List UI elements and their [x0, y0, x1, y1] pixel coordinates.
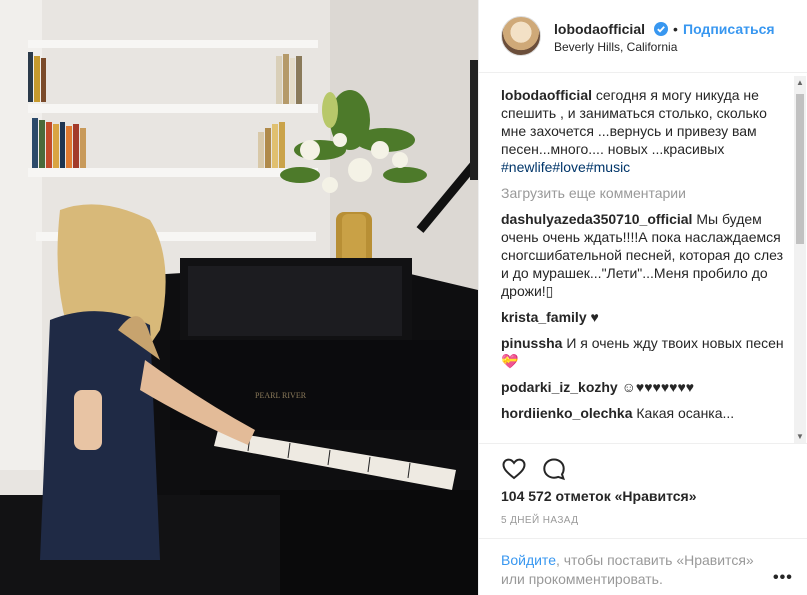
comments-scrollbar[interactable]: ▲ ▼	[794, 76, 806, 444]
comments-list[interactable]: lobodaofficial сегодня я могу никуда не …	[501, 86, 789, 442]
post-timestamp[interactable]: 5 ДНЕЙ НАЗАД	[501, 515, 578, 526]
scrollbar-thumb[interactable]	[796, 94, 804, 244]
likes-count[interactable]: 104 572 отметок «Нравится»	[501, 488, 697, 504]
separator-dot: •	[673, 21, 678, 37]
svg-text:PEARL RIVER: PEARL RIVER	[255, 391, 307, 400]
comment-item: krista_family ♥	[501, 308, 789, 326]
post-photo: PEARL RIVER	[0, 0, 478, 595]
heart-icon[interactable]	[501, 456, 527, 482]
comment-text: Какая осанка...	[632, 405, 735, 421]
comment-item: podarki_iz_kozhy ☺♥♥♥♥♥♥♥	[501, 378, 789, 396]
caption-username[interactable]: lobodaofficial	[501, 87, 592, 103]
load-more-comments-link[interactable]: Загрузить еще комментарии	[501, 184, 789, 202]
caption: lobodaofficial сегодня я могу никуда не …	[501, 86, 789, 176]
follow-button[interactable]: Подписаться	[683, 21, 775, 37]
comment-username[interactable]: pinussha	[501, 335, 562, 351]
login-prompt-text: Войдите, чтобы поставить «Нравится» или …	[501, 551, 761, 589]
comment-username[interactable]: dashulyazeda350710_official	[501, 211, 692, 227]
comment-icon[interactable]	[541, 456, 567, 482]
verified-badge-icon	[654, 22, 668, 36]
scroll-down-arrow-icon[interactable]: ▼	[794, 430, 806, 444]
comment-username[interactable]: hordiienko_olechka	[501, 405, 632, 421]
post-location[interactable]: Beverly Hills, California	[554, 40, 677, 54]
post-header: lobodaofficial • Подписаться Beverly Hil…	[479, 0, 807, 73]
more-options-icon[interactable]: •••	[773, 569, 793, 587]
instagram-post: PEARL RIVER lobodaofficial • Подписаться…	[0, 0, 807, 595]
login-link[interactable]: Войдите	[501, 552, 556, 568]
scroll-up-arrow-icon[interactable]: ▲	[794, 76, 806, 90]
avatar[interactable]	[501, 16, 541, 56]
comment-item: dashulyazeda350710_official Мы будем оче…	[501, 210, 789, 300]
comment-username[interactable]: krista_family	[501, 309, 587, 325]
comment-item: pinussha И я очень жду твоих новых песен…	[501, 334, 789, 370]
post-actions: 104 572 отметок «Нравится» 5 ДНЕЙ НАЗАД …	[479, 443, 807, 594]
comment-text: ♥	[586, 309, 599, 325]
comment-username[interactable]: podarki_iz_kozhy	[501, 379, 618, 395]
post-author-username[interactable]: lobodaofficial	[554, 21, 645, 37]
comment-item: hordiienko_olechka Какая осанка...	[501, 404, 789, 422]
post-side-panel: lobodaofficial • Подписаться Beverly Hil…	[478, 0, 807, 595]
comment-text: ☺♥♥♥♥♥♥♥	[617, 379, 695, 395]
login-prompt: Войдите, чтобы поставить «Нравится» или …	[479, 538, 807, 595]
caption-hashtags[interactable]: #newlife#love#music	[501, 159, 630, 175]
